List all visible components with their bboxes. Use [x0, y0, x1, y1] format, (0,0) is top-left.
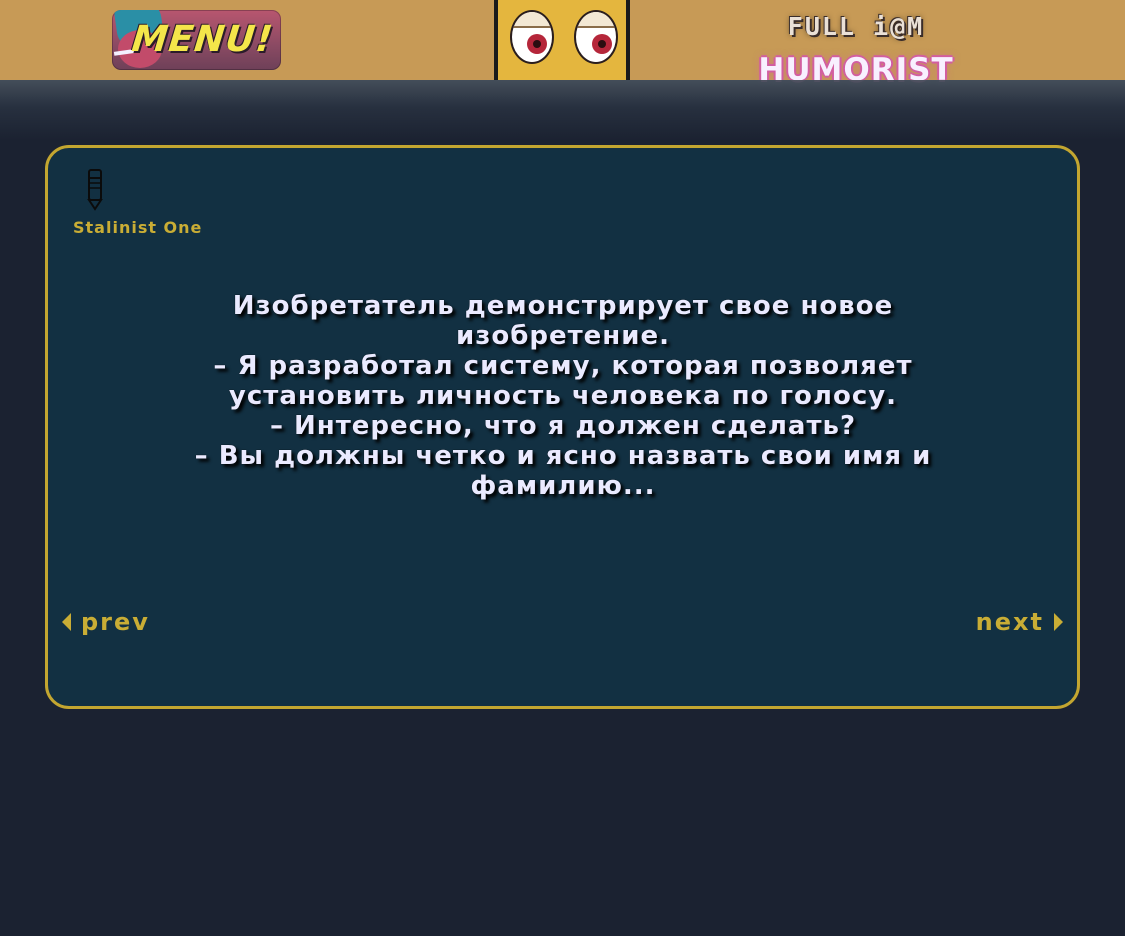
menu-button[interactable]: MENU! — [112, 10, 281, 70]
joke-card: Stalinist One Изобретатель демонстрирует… — [45, 145, 1080, 709]
next-button[interactable]: next — [976, 607, 1063, 637]
pencil-icon — [87, 169, 103, 211]
header-shadow — [0, 80, 1125, 140]
joke-line: Изобретатель демонстрирует свое новое из… — [232, 291, 894, 351]
joke-line: – Вы должны четко и ясно назвать свои им… — [194, 441, 932, 501]
eyes-icon[interactable] — [494, 0, 630, 80]
header-bar: MENU! FULL i@M HUMORIST — [0, 0, 1125, 88]
page: MENU! FULL i@M HUMORIST Stalinist One Из… — [0, 0, 1125, 936]
left-eye — [510, 10, 554, 64]
joke-line: – Я разработал систему, которая позволяе… — [213, 351, 913, 411]
prev-button[interactable]: prev — [62, 607, 150, 637]
menu-label: MENU! — [129, 19, 276, 60]
prev-label: prev — [81, 608, 150, 636]
arrow-right-icon — [1054, 613, 1063, 631]
author-name[interactable]: Stalinist One — [73, 218, 203, 238]
right-eye — [574, 10, 618, 64]
joke-line: – Интересно, что я должен сделать? — [269, 411, 857, 441]
joke-text: Изобретатель демонстрирует свое новое из… — [123, 291, 1003, 501]
arrow-left-icon — [62, 613, 71, 631]
next-label: next — [975, 608, 1044, 636]
site-subtitle: FULL i@M — [787, 12, 925, 41]
